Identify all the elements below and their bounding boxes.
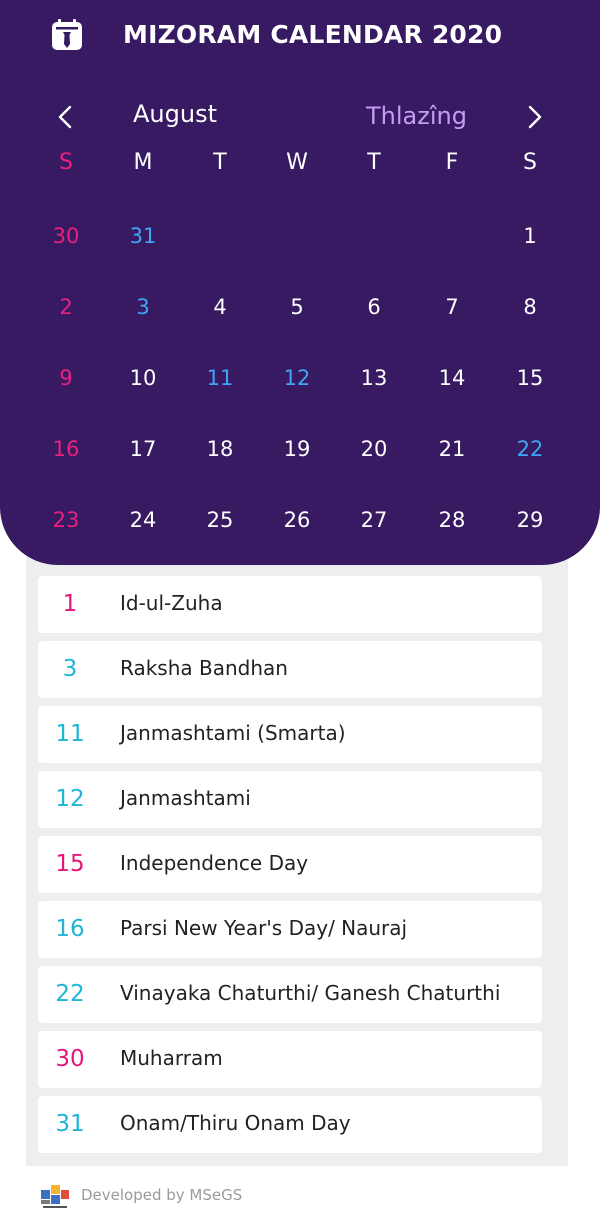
holiday-item[interactable]: 15 Independence Day xyxy=(38,836,542,893)
day-cell[interactable]: 30 xyxy=(35,205,97,267)
holiday-name: Janmashtami xyxy=(120,786,251,810)
weekday-label: W xyxy=(286,150,308,175)
holiday-date: 1 xyxy=(62,591,78,617)
app-header: MIZORAM CALENDAR 2020 xyxy=(0,0,600,74)
app-title: MIZORAM CALENDAR 2020 xyxy=(123,20,503,49)
day-cell[interactable]: 13 xyxy=(343,347,405,409)
msegs-logo-icon xyxy=(40,1184,70,1210)
holiday-name: Vinayaka Chaturthi/ Ganesh Chaturthi xyxy=(120,981,501,1005)
day-cell[interactable]: 25 xyxy=(189,489,251,551)
holiday-date: 22 xyxy=(55,981,85,1007)
holiday-date: 3 xyxy=(62,656,78,682)
calendar-app-icon xyxy=(50,18,84,52)
day-cell[interactable]: 4 xyxy=(189,276,251,338)
holiday-item[interactable]: 22 Vinayaka Chaturthi/ Ganesh Chaturthi xyxy=(38,966,542,1023)
day-cell[interactable]: 17 xyxy=(112,418,174,480)
day-cell[interactable]: 2 xyxy=(35,276,97,338)
holiday-name: Parsi New Year's Day/ Nauraj xyxy=(120,916,408,940)
holiday-name: Muharram xyxy=(120,1046,223,1070)
holiday-name: Id-ul-Zuha xyxy=(120,591,223,615)
day-cell[interactable]: 29 xyxy=(499,489,561,551)
day-cell[interactable]: 10 xyxy=(112,347,174,409)
footer: Developed by MSeGS xyxy=(0,1166,600,1225)
holiday-item[interactable]: 11 Janmashtami (Smarta) xyxy=(38,706,542,763)
day-cell[interactable]: 24 xyxy=(112,489,174,551)
holiday-date: 31 xyxy=(55,1111,85,1137)
day-cell[interactable]: 22 xyxy=(499,418,561,480)
day-cell[interactable]: 5 xyxy=(266,276,328,338)
holiday-name: Onam/Thiru Onam Day xyxy=(120,1111,351,1135)
holiday-item[interactable]: 31 Onam/Thiru Onam Day xyxy=(38,1096,542,1153)
month-navigation: August Thlazîng xyxy=(0,96,600,140)
holiday-item[interactable]: 16 Parsi New Year's Day/ Nauraj xyxy=(38,901,542,958)
weekday-label: M xyxy=(133,150,153,175)
day-cell[interactable]: 27 xyxy=(343,489,405,551)
chevron-left-icon[interactable] xyxy=(51,102,81,132)
holiday-date: 11 xyxy=(55,721,85,747)
holiday-item[interactable]: 1 Id-ul-Zuha xyxy=(38,576,542,633)
day-cell[interactable]: 1 xyxy=(499,205,561,267)
holiday-item[interactable]: 12 Janmashtami xyxy=(38,771,542,828)
holiday-name: Raksha Bandhan xyxy=(120,656,288,680)
holiday-date: 15 xyxy=(55,851,85,877)
holiday-item[interactable]: 3 Raksha Bandhan xyxy=(38,641,542,698)
weekday-label: F xyxy=(445,150,459,175)
month-label: August xyxy=(133,100,217,128)
day-cell[interactable]: 6 xyxy=(343,276,405,338)
weekday-label: S xyxy=(59,150,73,175)
holiday-date: 30 xyxy=(55,1046,85,1072)
day-cell[interactable]: 14 xyxy=(421,347,483,409)
chevron-right-icon[interactable] xyxy=(519,102,549,132)
day-cell[interactable]: 3 xyxy=(112,276,174,338)
day-cell[interactable]: 31 xyxy=(112,205,174,267)
holiday-name: Independence Day xyxy=(120,851,309,875)
day-cell[interactable]: 20 xyxy=(343,418,405,480)
day-cell[interactable]: 7 xyxy=(421,276,483,338)
day-cell[interactable]: 8 xyxy=(499,276,561,338)
day-cell[interactable]: 9 xyxy=(35,347,97,409)
holiday-item[interactable]: 30 Muharram xyxy=(38,1031,542,1088)
day-cell[interactable]: 11 xyxy=(189,347,251,409)
developer-credit: Developed by MSeGS xyxy=(81,1186,243,1204)
weekday-label: S xyxy=(523,150,537,175)
holiday-date: 12 xyxy=(55,786,85,812)
day-cell[interactable]: 19 xyxy=(266,418,328,480)
day-cell[interactable]: 23 xyxy=(35,489,97,551)
weekday-header: SMTWTFS xyxy=(0,150,600,180)
day-cell[interactable]: 26 xyxy=(266,489,328,551)
holiday-date: 16 xyxy=(55,916,85,942)
day-cell[interactable]: 18 xyxy=(189,418,251,480)
app-screen: MIZORAM CALENDAR 2020 August Thlazîng S M… xyxy=(0,0,600,1225)
calendar-panel: MIZORAM CALENDAR 2020 August Thlazîng S M… xyxy=(0,0,600,565)
day-grid: 30 31 1 2 3 4 5 6 7 8 9 10 11 12 13 14 15 16 17 18 19 20 21 22 2… xyxy=(0,200,600,552)
mizo-month-label: Thlazîng xyxy=(366,102,467,130)
day-cell[interactable]: 15 xyxy=(499,347,561,409)
weekday-label: T xyxy=(213,150,227,175)
day-cell[interactable]: 16 xyxy=(35,418,97,480)
day-cell[interactable]: 12 xyxy=(266,347,328,409)
day-cell[interactable]: 28 xyxy=(421,489,483,551)
weekday-label: T xyxy=(367,150,381,175)
holiday-list: 1 Id-ul-Zuha 3 Raksha Bandhan 11 Janmashtami … xyxy=(38,576,542,1161)
day-cell[interactable]: 21 xyxy=(421,418,483,480)
holiday-name: Janmashtami (Smarta) xyxy=(120,721,346,745)
